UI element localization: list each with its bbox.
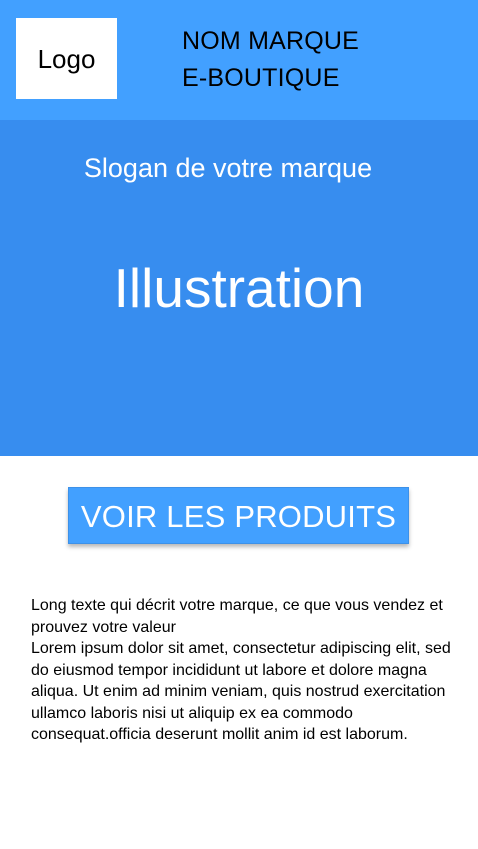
logo[interactable]: Logo <box>16 18 117 99</box>
hero-section: Slogan de votre marque Illustration <box>0 120 478 456</box>
description-intro: Long texte qui décrit votre marque, ce q… <box>31 597 443 636</box>
site-header: Logo NOM MARQUE E-BOUTIQUE <box>0 0 478 120</box>
brand-name-line-2: E-BOUTIQUE <box>182 64 340 92</box>
hero-illustration-placeholder: Illustration <box>113 257 365 319</box>
brand-description: Long texte qui décrit votre marque, ce q… <box>31 595 451 746</box>
description-paragraph-1: Lorem ipsum dolor sit amet, consectetur … <box>31 640 451 679</box>
landing-page: Logo NOM MARQUE E-BOUTIQUE Slogan de vot… <box>0 0 478 849</box>
brand-name: NOM MARQUE E-BOUTIQUE <box>182 23 442 97</box>
brand-name-line-1: NOM MARQUE <box>182 27 359 55</box>
logo-label: Logo <box>37 43 96 74</box>
brand-slogan: Slogan de votre marque <box>83 153 373 183</box>
description-paragraph-2: aliqua. Ut enim ad minim veniam, quis no… <box>31 683 446 743</box>
view-products-button[interactable]: VOIR LES PRODUITS <box>68 487 409 544</box>
